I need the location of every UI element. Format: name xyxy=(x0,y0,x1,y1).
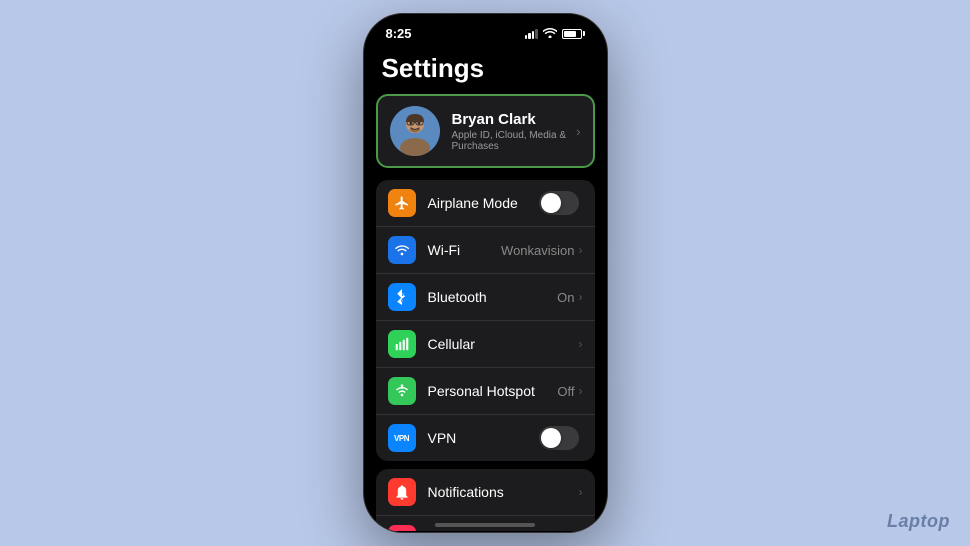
profile-chevron: › xyxy=(576,124,580,139)
personal-hotspot-label: Personal Hotspot xyxy=(428,383,558,399)
sounds-icon xyxy=(388,525,416,531)
vpn-toggle[interactable] xyxy=(539,426,579,450)
wifi-chevron: › xyxy=(579,243,583,257)
wifi-value: Wonkavision xyxy=(501,243,574,258)
wifi-row[interactable]: Wi-Fi Wonkavision › xyxy=(376,227,595,274)
bluetooth-chevron: › xyxy=(579,290,583,304)
wifi-icon xyxy=(543,27,557,41)
bluetooth-value: On xyxy=(557,290,574,305)
cellular-chevron: › xyxy=(579,337,583,351)
airplane-mode-row[interactable]: Airplane Mode xyxy=(376,180,595,227)
airplane-mode-label: Airplane Mode xyxy=(428,195,539,211)
personal-hotspot-chevron: › xyxy=(579,384,583,398)
phone-content: Settings xyxy=(364,45,607,531)
phone-frame: 8:25 Se xyxy=(363,13,608,533)
status-icons xyxy=(525,27,585,41)
notifications-chevron: › xyxy=(579,485,583,499)
avatar xyxy=(390,106,440,156)
vpn-label: VPN xyxy=(428,430,539,446)
connectivity-group: Airplane Mode Wi-Fi Wonkavision › xyxy=(376,180,595,461)
personal-hotspot-value: Off xyxy=(557,384,574,399)
profile-card[interactable]: Bryan Clark Apple ID, iCloud, Media & Pu… xyxy=(376,94,595,168)
vpn-row-icon: VPN xyxy=(388,424,416,452)
cellular-row-icon xyxy=(388,330,416,358)
notifications-label: Notifications xyxy=(428,484,579,500)
profile-name: Bryan Clark xyxy=(452,111,577,128)
profile-subtitle: Apple ID, iCloud, Media & Purchases xyxy=(452,130,577,152)
cellular-label: Cellular xyxy=(428,336,579,352)
watermark: Laptop xyxy=(887,511,950,532)
wifi-label: Wi-Fi xyxy=(428,242,502,258)
notifications-row[interactable]: Notifications › xyxy=(376,469,595,516)
time: 8:25 xyxy=(386,26,412,41)
bluetooth-row[interactable]: Bluetooth On › xyxy=(376,274,595,321)
profile-info: Bryan Clark Apple ID, iCloud, Media & Pu… xyxy=(452,111,577,152)
bluetooth-row-icon xyxy=(388,283,416,311)
page-title: Settings xyxy=(364,45,607,94)
home-indicator xyxy=(435,523,535,527)
wifi-row-icon xyxy=(388,236,416,264)
cellular-row[interactable]: Cellular › xyxy=(376,321,595,368)
airplane-mode-icon xyxy=(388,189,416,217)
airplane-mode-toggle[interactable] xyxy=(539,191,579,215)
notifications-icon xyxy=(388,478,416,506)
battery-icon xyxy=(562,29,585,39)
status-bar: 8:25 xyxy=(364,14,607,45)
vpn-row[interactable]: VPN VPN xyxy=(376,415,595,461)
signal-icon xyxy=(525,29,538,39)
notifications-group: Notifications › Sounds & Haptics › xyxy=(376,469,595,531)
bluetooth-label: Bluetooth xyxy=(428,289,558,305)
personal-hotspot-icon xyxy=(388,377,416,405)
personal-hotspot-row[interactable]: Personal Hotspot Off › xyxy=(376,368,595,415)
